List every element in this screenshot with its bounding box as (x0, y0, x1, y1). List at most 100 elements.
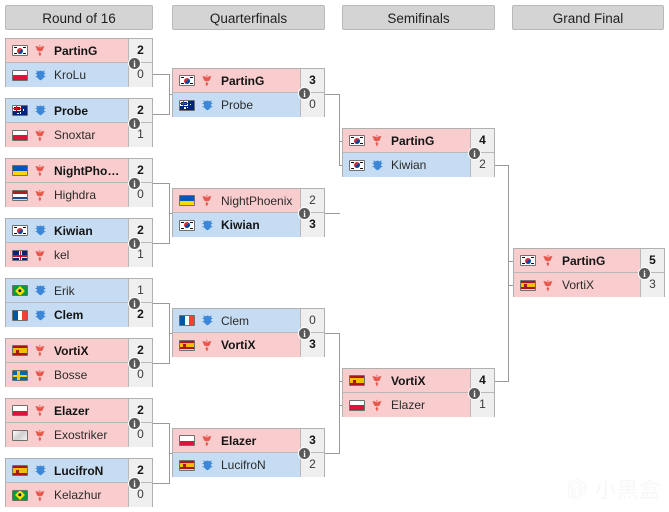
player-name: LucifroN (54, 463, 104, 478)
match-ro16-m1[interactable]: PartinG 2 KroLu 0 i (5, 38, 153, 87)
connector (153, 243, 170, 244)
connector (325, 453, 340, 454)
player-name: Clem (221, 313, 250, 328)
race-terran-icon (200, 193, 215, 208)
match-info-icon[interactable]: i (128, 296, 141, 310)
race-protoss-icon (200, 313, 215, 328)
round-header-round-of-16: Round of 16 (5, 5, 153, 30)
player-name: KroLu (54, 68, 87, 82)
match-ro16-m6[interactable]: VortiX 2 Bosse 0 i (5, 338, 153, 387)
race-terran-icon (33, 43, 48, 58)
player-name: LucifroN (221, 458, 266, 472)
match-qf-m4[interactable]: Elazer 3 LucifroN 2 i (172, 428, 325, 477)
connector (153, 423, 170, 424)
race-terran-icon (33, 368, 48, 383)
connector (495, 165, 509, 166)
match-ro16-m8[interactable]: LucifroN 2 Kelazhur 0 i (5, 458, 153, 507)
connector (325, 213, 340, 214)
race-protoss-icon (200, 98, 215, 113)
flag-kr (12, 45, 28, 56)
race-terran-icon (370, 398, 385, 413)
connector (153, 114, 170, 115)
race-terran-icon (541, 253, 556, 268)
match-info-icon[interactable]: i (468, 146, 481, 160)
player-name: Probe (54, 103, 89, 118)
player-name: VortiX (54, 343, 89, 358)
player-name: VortiX (221, 338, 256, 352)
tournament-bracket: Round of 16 Quarterfinals Semifinals Gra… (0, 0, 669, 512)
player-name: VortiX (562, 278, 595, 292)
match-sf-m1[interactable]: PartinG 4 Kiwian 2 i (342, 128, 495, 177)
match-info-icon[interactable]: i (128, 356, 141, 370)
player-name: Probe (221, 98, 254, 112)
flag-br (12, 285, 28, 296)
player-name: Kiwian (391, 158, 427, 172)
flag-unknown (12, 429, 28, 441)
flag-au (179, 99, 195, 111)
match-info-icon[interactable]: i (468, 386, 481, 400)
match-gf-m1[interactable]: PartinG 5 VortiX 3 i (513, 248, 665, 297)
match-ro16-m4[interactable]: Kiwian 2 kel 1 i (5, 218, 153, 267)
flag-es (12, 465, 28, 476)
connector (325, 94, 340, 95)
match-info-icon[interactable]: i (298, 86, 311, 100)
match-ro16-m2[interactable]: Probe 2 Snoxtar 1 i (5, 98, 153, 147)
match-ro16-m5[interactable]: Erik 1 Clem 2 i (5, 278, 153, 327)
match-info-icon[interactable]: i (128, 176, 141, 190)
race-protoss-icon (33, 463, 48, 478)
match-info-icon[interactable]: i (298, 206, 311, 220)
flag-es (520, 279, 536, 291)
flag-es (179, 459, 195, 471)
connector (153, 483, 170, 484)
match-info-icon[interactable]: i (128, 56, 141, 70)
player-name: Bosse (54, 368, 88, 382)
flag-nl (12, 189, 28, 201)
player-name: Highdra (54, 188, 97, 202)
player-name: Exostriker (54, 428, 108, 442)
player-name: PartinG (221, 73, 265, 88)
flag-pl (12, 69, 28, 81)
flag-pl (12, 405, 28, 416)
race-terran-icon (33, 428, 48, 443)
race-protoss-icon (200, 218, 215, 233)
match-qf-m1[interactable]: PartinG 3 Probe 0 i (172, 68, 325, 117)
match-info-icon[interactable]: i (128, 116, 141, 130)
watermark-text: 小黑盒 (595, 478, 661, 502)
match-sf-m2[interactable]: VortiX 4 Elazer 1 i (342, 368, 495, 417)
flag-es (349, 375, 365, 386)
player-name: PartinG (54, 43, 98, 58)
race-protoss-icon (200, 458, 215, 473)
connector (339, 333, 340, 453)
race-terran-icon (370, 133, 385, 148)
match-ro16-m3[interactable]: NightPhoenix 2 Highdra 0 i (5, 158, 153, 207)
player-name: Elazer (54, 403, 90, 418)
match-qf-m2[interactable]: NightPhoenix 2 Kiwian 3 i (172, 188, 325, 237)
race-protoss-icon (33, 103, 48, 118)
race-terran-icon (33, 343, 48, 358)
match-info-icon[interactable]: i (128, 476, 141, 490)
match-qf-m3[interactable]: Clem 0 VortiX 3 i (172, 308, 325, 357)
round-header-grand-final: Grand Final (512, 5, 664, 30)
flag-pl (179, 435, 195, 446)
connector (339, 94, 340, 165)
flag-ua (179, 195, 195, 206)
match-info-icon[interactable]: i (298, 446, 311, 460)
connector (153, 74, 170, 75)
flag-es (179, 339, 195, 351)
match-info-icon[interactable]: i (638, 266, 651, 280)
match-info-icon[interactable]: i (128, 416, 141, 430)
match-info-icon[interactable]: i (298, 326, 311, 340)
race-terran-icon (33, 403, 48, 418)
flag-kr (349, 159, 365, 171)
match-info-icon[interactable]: i (128, 236, 141, 250)
connector (153, 303, 170, 304)
match-ro16-m7[interactable]: Elazer 2 Exostriker 0 i (5, 398, 153, 447)
race-terran-icon (200, 338, 215, 353)
race-protoss-icon (33, 68, 48, 83)
connector (508, 165, 509, 381)
player-name: Kiwian (221, 218, 260, 232)
round-header-quarterfinals: Quarterfinals (172, 5, 325, 30)
player-name: Kelazhur (54, 488, 102, 502)
race-terran-icon (33, 163, 48, 178)
player-name: Erik (54, 283, 75, 298)
